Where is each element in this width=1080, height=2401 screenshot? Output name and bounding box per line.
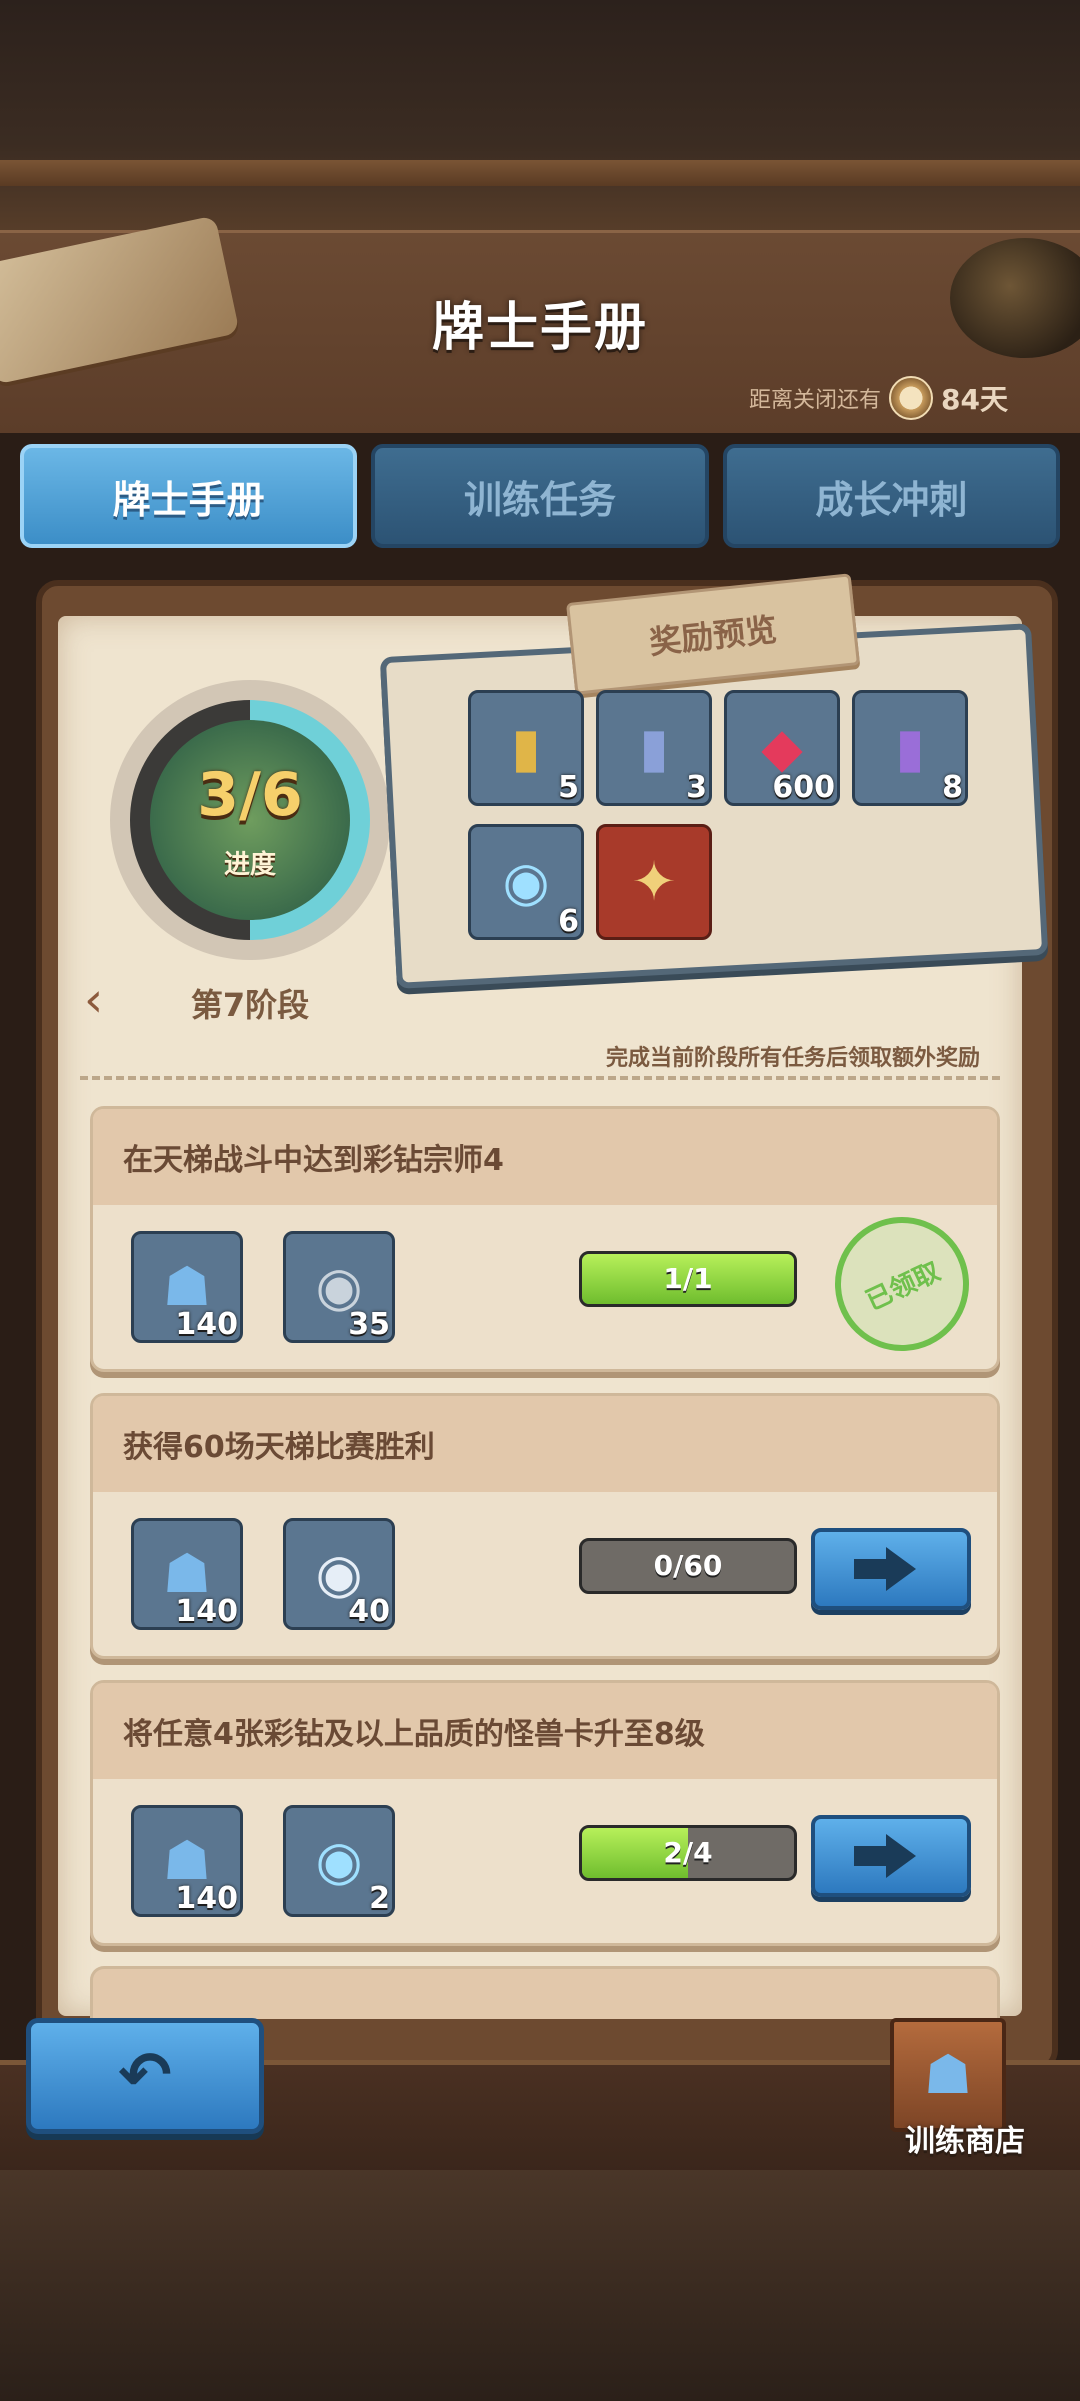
reward-preview-grid: ▮ 5 ▮ 3 ◆ 600 ▮ 8 ◉ 6 ✦ [468, 690, 988, 940]
reward-count: 40 [348, 1594, 390, 1629]
trainer-token-icon: ☗ [162, 1255, 212, 1318]
task-reward[interactable]: ◉ 40 [283, 1518, 395, 1630]
arrow-right-icon [854, 1834, 916, 1878]
task-card: 将任意4张彩钻及以上品质的怪兽卡升至8级 ☗ 140 ◉ 2 2/4 [90, 1680, 1000, 1946]
reward-count: 5 [558, 770, 579, 805]
shop-sign-icon: ☗ [890, 2018, 1006, 2132]
task-progress-text: 0/60 [653, 1549, 723, 1582]
progress-label: 进度 [223, 850, 276, 880]
tab-handbook[interactable]: 牌士手册 [20, 444, 358, 548]
reward-item[interactable]: ▮ 8 [852, 690, 968, 806]
tab-growth-sprint[interactable]: 成长冲刺 [722, 444, 1060, 548]
tab-training-tasks[interactable]: 训练任务 [371, 444, 709, 548]
rainbow-diamond-icon: ◉ [315, 1829, 363, 1892]
task-reward[interactable]: ☗ 140 [131, 1231, 243, 1343]
task-progress-bar: 1/1 [579, 1251, 797, 1307]
progress-value: 3/6 [197, 760, 303, 830]
reward-count: 140 [175, 1594, 238, 1629]
task-card: 在天梯战斗中达到彩钻宗师4 ☗ 140 ◉ 35 1/1 已领取 [90, 1106, 1000, 1374]
reward-item[interactable]: ▮ 5 [468, 690, 584, 806]
training-shop-button[interactable]: ☗ 训练商店 [880, 2004, 1050, 2159]
rainbow-diamond-icon: ◉ [502, 850, 550, 913]
reward-count: 2 [369, 1881, 390, 1916]
task-reward[interactable]: ◉ 2 [283, 1805, 395, 1917]
page-title: 牌士手册 [431, 298, 648, 358]
task-title: 将任意4张彩钻及以上品质的怪兽卡升至8级 [93, 1683, 997, 1779]
dark-diamond-icon: ◉ [315, 1255, 363, 1318]
monster-card-icon: ✦ [631, 850, 677, 913]
trainer-token-icon: ☗ [162, 1829, 212, 1892]
back-arrow-icon: ↶ [118, 2039, 172, 2113]
task-card-partial [90, 1966, 1000, 2019]
tab-bar: 牌士手册 训练任务 成长冲刺 [20, 444, 1060, 548]
task-title: 在天梯战斗中达到彩钻宗师4 [93, 1109, 997, 1205]
stage-hint: 完成当前阶段所有任务后领取额外奖励 [605, 1046, 980, 1071]
silver-diamond-icon: ◉ [315, 1542, 363, 1605]
task-progress-text: 2/4 [663, 1836, 713, 1869]
reward-count: 8 [942, 770, 963, 805]
task-reward[interactable]: ☗ 140 [131, 1518, 243, 1630]
bottom-background [0, 2170, 1080, 2401]
go-button[interactable] [811, 1815, 971, 1897]
countdown-label: 距离关闭还有 [749, 388, 882, 413]
reward-count: 6 [558, 904, 579, 939]
countdown: 距离关闭还有 84天 [749, 376, 1008, 420]
reward-count: 140 [175, 1881, 238, 1916]
reward-item[interactable]: ▮ 3 [596, 690, 712, 806]
task-reward[interactable]: ☗ 140 [131, 1805, 243, 1917]
reward-item[interactable]: ◆ 600 [724, 690, 840, 806]
claimed-stamp: 已领取 [812, 1194, 992, 1374]
countdown-days: 84天 [941, 383, 1008, 416]
task-progress-text: 1/1 [663, 1262, 713, 1295]
golden-card-pack-icon: ▮ [511, 716, 541, 779]
top-background [0, 0, 1080, 240]
task-card: 获得60场天梯比赛胜利 ☗ 140 ◉ 40 0/60 [90, 1393, 1000, 1659]
purple-card-pack-icon: ▮ [895, 716, 925, 779]
reward-count: 3 [686, 770, 707, 805]
reward-item[interactable]: ◉ 6 [468, 824, 584, 940]
task-title: 获得60场天梯比赛胜利 [93, 1396, 997, 1492]
stage-label: 第7阶段 [190, 986, 310, 1024]
go-button[interactable] [811, 1528, 971, 1610]
task-progress-bar: 0/60 [579, 1538, 797, 1594]
reward-count: 140 [175, 1307, 238, 1342]
previous-stage-arrow-icon[interactable]: ‹ [84, 976, 103, 1024]
reward-count: 35 [348, 1307, 390, 1342]
task-reward[interactable]: ◉ 35 [283, 1231, 395, 1343]
blue-gold-card-pack-icon: ▮ [639, 716, 669, 779]
task-progress-bar: 2/4 [579, 1825, 797, 1881]
red-gem-icon: ◆ [761, 716, 803, 779]
trainer-token-icon: ☗ [923, 2043, 973, 2106]
reward-item[interactable]: ✦ [596, 824, 712, 940]
back-button[interactable]: ↶ [26, 2018, 264, 2134]
clock-icon [889, 376, 934, 420]
arrow-right-icon [854, 1547, 916, 1591]
shop-label: 训练商店 [905, 2124, 1025, 2159]
divider [80, 1076, 1000, 1080]
reward-count: 600 [772, 770, 835, 805]
trainer-token-icon: ☗ [162, 1542, 212, 1605]
